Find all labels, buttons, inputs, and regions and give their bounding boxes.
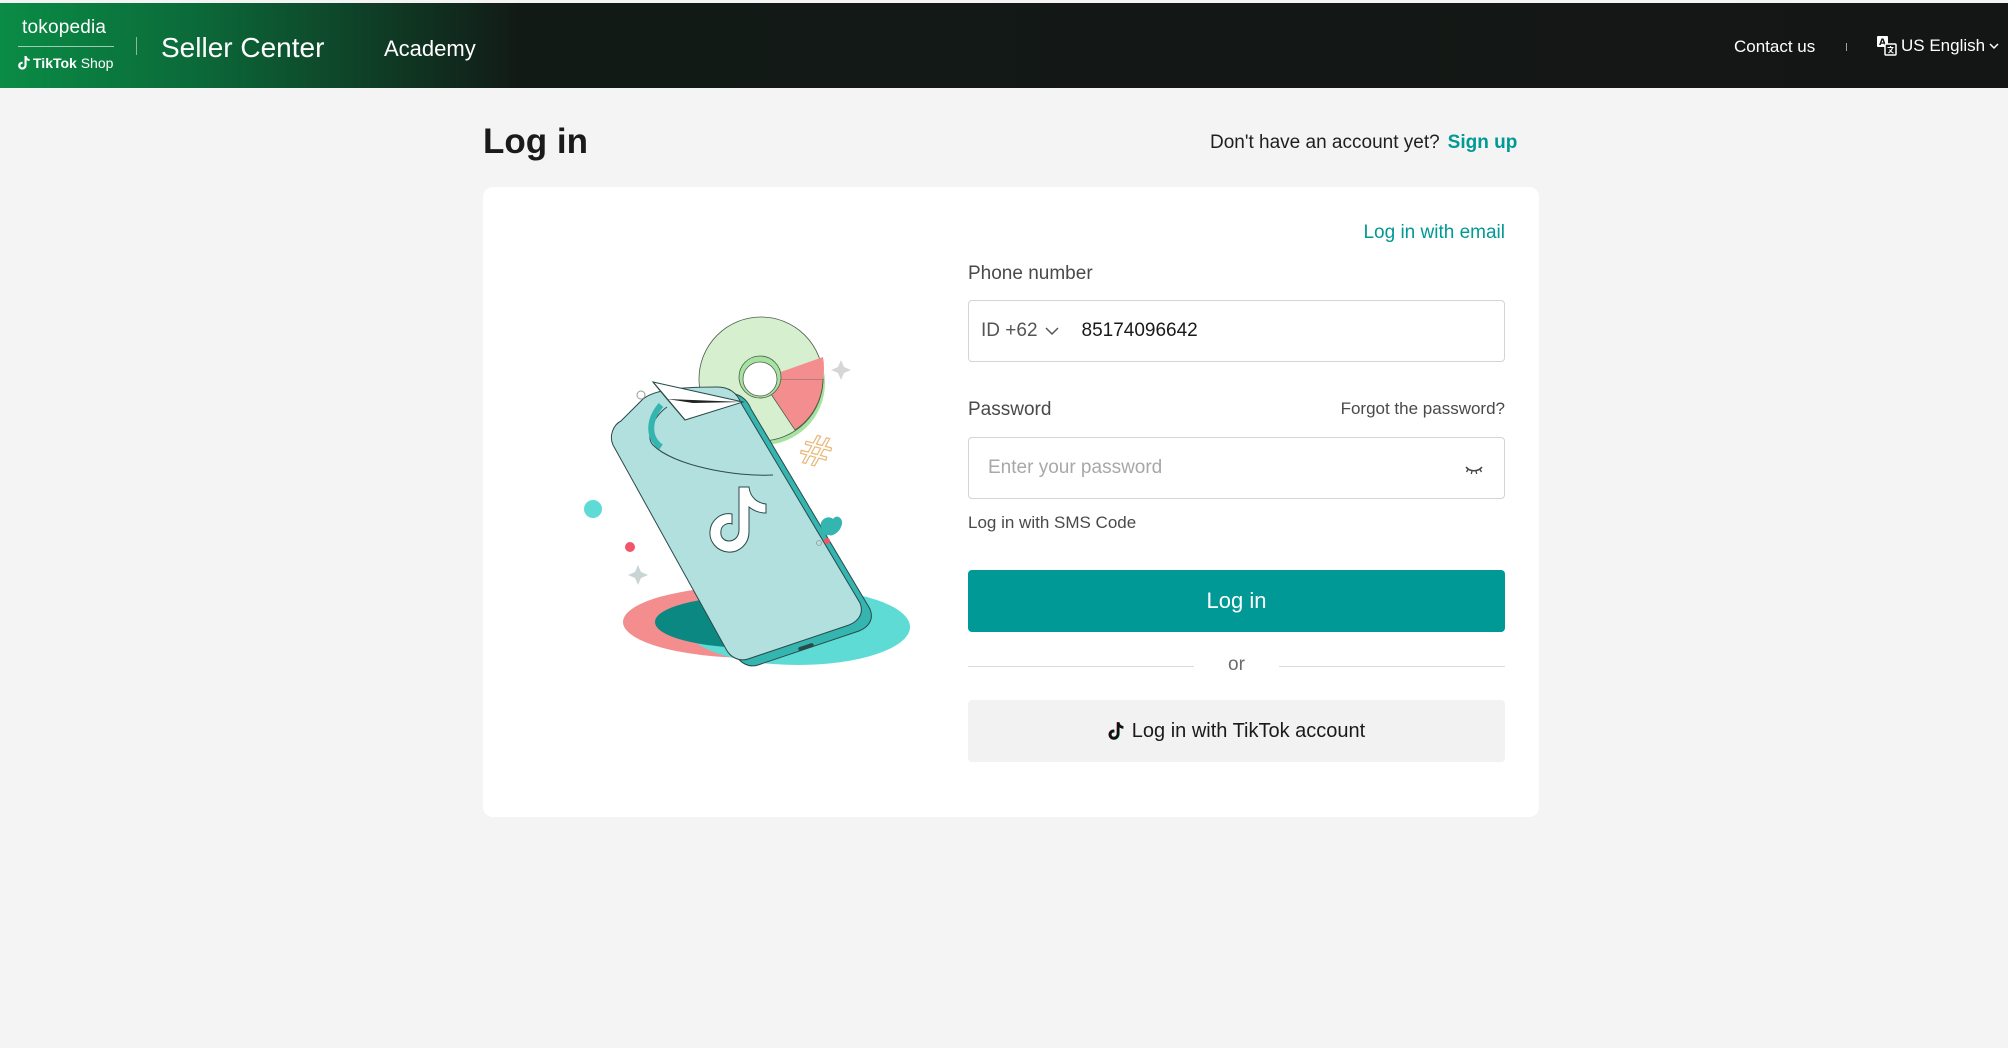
header-divider bbox=[136, 37, 137, 55]
country-code-selector[interactable]: ID +62 bbox=[981, 320, 1060, 342]
forgot-password-link[interactable]: Forgot the password? bbox=[1341, 399, 1505, 419]
page-title: Log in bbox=[483, 122, 588, 161]
chevron-down-icon bbox=[1044, 327, 1059, 336]
tokopedia-wordmark: tokopedia bbox=[22, 17, 107, 38]
tiktok-login-label: Log in with TikTok account bbox=[1131, 719, 1366, 742]
login-with-email-link[interactable]: Log in with email bbox=[1363, 222, 1505, 244]
tiktok-logo-icon bbox=[1108, 722, 1124, 740]
tiktok-logo-icon bbox=[18, 56, 30, 70]
phone-number-label: Phone number bbox=[968, 263, 1093, 284]
no-account-text: Don't have an account yet? bbox=[1210, 132, 1440, 153]
password-input[interactable] bbox=[986, 456, 1446, 480]
phone-number-input[interactable] bbox=[1079, 319, 1460, 343]
country-code-value: ID +62 bbox=[981, 320, 1038, 341]
chevron-down-icon bbox=[1989, 43, 1999, 50]
eye-closed-icon[interactable] bbox=[1464, 464, 1484, 476]
login-with-sms-link[interactable]: Log in with SMS Code bbox=[968, 513, 1136, 533]
header-small-divider bbox=[1846, 43, 1847, 51]
signup-prompt: Don't have an account yet? Sign up bbox=[1210, 132, 1517, 154]
login-button[interactable]: Log in bbox=[968, 570, 1505, 632]
tiktok-shop-wordmark: TikTok Shop bbox=[18, 55, 113, 71]
top-navigation-bar: tokopedia TikTok Shop Seller Center Acad… bbox=[0, 3, 2008, 88]
contact-us-link[interactable]: Contact us bbox=[1734, 37, 1815, 57]
login-card: # Log in with email Phone number ID +62 … bbox=[483, 187, 1539, 817]
login-with-tiktok-button[interactable]: Log in with TikTok account bbox=[968, 700, 1505, 762]
tiktok-wordmark: TikTok bbox=[33, 55, 77, 71]
divider-line-right bbox=[1279, 666, 1505, 667]
nav-academy-link[interactable]: Academy bbox=[384, 36, 476, 62]
language-label: US English bbox=[1901, 36, 1986, 55]
brand-divider bbox=[18, 46, 114, 47]
phone-illustration: # bbox=[584, 316, 910, 667]
password-label: Password bbox=[968, 399, 1052, 420]
translate-icon: A bbox=[1877, 36, 1897, 56]
phone-number-field: ID +62 bbox=[968, 300, 1505, 362]
password-field bbox=[968, 437, 1505, 499]
or-divider: or bbox=[968, 654, 1505, 678]
signup-link[interactable]: Sign up bbox=[1448, 132, 1518, 153]
shop-wordmark: Shop bbox=[80, 55, 114, 71]
brand-logo[interactable]: tokopedia TikTok Shop bbox=[16, 13, 120, 79]
or-text: or bbox=[1228, 654, 1245, 675]
language-selector[interactable]: A US English bbox=[1876, 35, 2000, 57]
app-title[interactable]: Seller Center bbox=[161, 32, 324, 64]
